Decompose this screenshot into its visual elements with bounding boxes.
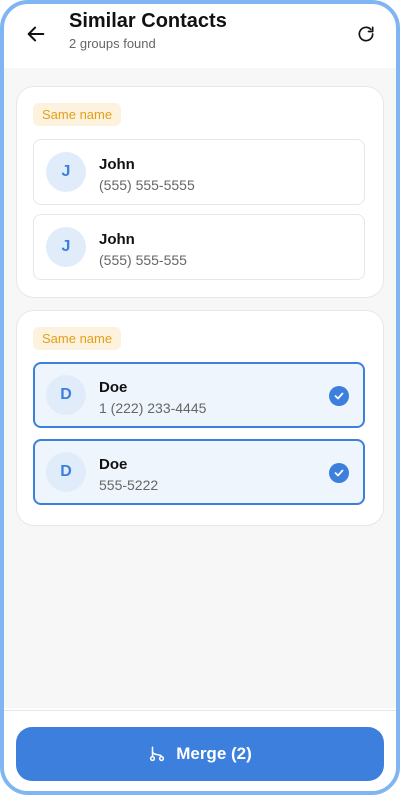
duplicate-group: Same name D Doe 1 (222) 233-4445 D Doe 5… bbox=[16, 310, 384, 526]
merge-button[interactable]: Merge (2) bbox=[16, 727, 384, 781]
contact-card-selected[interactable]: D Doe 1 (222) 233-4445 bbox=[33, 362, 365, 428]
duplicate-group: Same name J John (555) 555-5555 J John (… bbox=[16, 86, 384, 298]
checkmark-icon[interactable] bbox=[329, 463, 349, 483]
contact-phone: 555-5222 bbox=[99, 477, 159, 493]
contact-name: Doe bbox=[99, 379, 128, 396]
contact-card-selected[interactable]: D Doe 555-5222 bbox=[33, 439, 365, 505]
refresh-icon bbox=[358, 26, 374, 42]
contact-name: John bbox=[99, 156, 135, 173]
merge-icon bbox=[150, 746, 165, 762]
arrow-left-icon bbox=[27, 26, 45, 42]
contact-name: John bbox=[99, 231, 135, 248]
avatar: J bbox=[46, 152, 86, 192]
contact-card[interactable]: J John (555) 555-5555 bbox=[33, 139, 365, 205]
merge-label: Merge (2) bbox=[176, 744, 252, 763]
group-badge: Same name bbox=[33, 327, 122, 350]
app-header: Similar Contacts 2 groups found bbox=[4, 4, 396, 68]
contact-phone: 1 (222) 233-4445 bbox=[99, 400, 207, 416]
page-title: Similar Contacts bbox=[69, 10, 227, 32]
avatar: D bbox=[46, 452, 86, 492]
group-badge: Same name bbox=[33, 103, 122, 126]
footer-bar: Merge (2) bbox=[4, 710, 396, 791]
contact-card[interactable]: J John (555) 555-555 bbox=[33, 214, 365, 280]
avatar: J bbox=[46, 227, 86, 267]
page-subtitle: 2 groups found bbox=[69, 36, 156, 51]
checkmark-icon[interactable] bbox=[329, 386, 349, 406]
phone-frame: Similar Contacts 2 groups found Same nam… bbox=[0, 0, 400, 795]
refresh-button[interactable] bbox=[352, 20, 380, 48]
contact-phone: (555) 555-555 bbox=[99, 252, 187, 268]
contact-phone: (555) 555-5555 bbox=[99, 177, 195, 193]
contact-name: Doe bbox=[99, 456, 128, 473]
back-button[interactable] bbox=[22, 20, 50, 48]
avatar: D bbox=[46, 375, 86, 415]
groups-list: Same name J John (555) 555-5555 J John (… bbox=[4, 68, 396, 708]
